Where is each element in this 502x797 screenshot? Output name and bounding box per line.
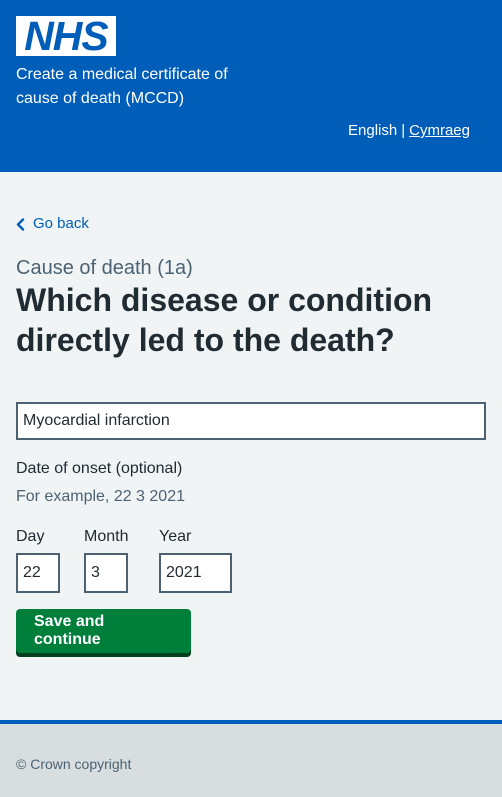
site-header: NHS Create a medical certificate of caus… xyxy=(0,0,502,172)
onset-date-label: Date of onset (optional) xyxy=(16,460,183,477)
language-switcher: English | Cymraeg xyxy=(348,121,470,141)
language-separator: | xyxy=(401,122,406,139)
month-label: Month xyxy=(84,528,129,545)
site-footer: © Crown copyright xyxy=(0,720,502,797)
language-link-cymraeg[interactable]: Cymraeg xyxy=(409,122,470,139)
language-current: English xyxy=(348,122,398,139)
back-link-label: Go back xyxy=(33,215,89,232)
chevron-left-icon xyxy=(16,217,25,231)
year-input[interactable] xyxy=(159,553,232,593)
day-input[interactable] xyxy=(16,553,60,593)
question-caption: Cause of death (1a) xyxy=(16,257,193,279)
back-link[interactable]: Go back xyxy=(16,214,89,234)
condition-input[interactable] xyxy=(16,402,486,440)
copyright-text: © Crown copyright xyxy=(16,756,132,772)
month-input[interactable] xyxy=(84,553,128,593)
day-label: Day xyxy=(16,528,45,545)
save-and-continue-button[interactable]: Save and continue xyxy=(16,609,191,653)
nhs-logo-text: NHS xyxy=(24,13,109,59)
nhs-logo[interactable]: NHS xyxy=(16,13,116,59)
onset-date-hint: For example, 22 3 2021 xyxy=(16,488,185,505)
page-title: Which disease or condition directly led … xyxy=(16,282,433,358)
service-name[interactable]: Create a medical certificate of cause of… xyxy=(16,63,256,111)
year-label: Year xyxy=(159,528,192,545)
